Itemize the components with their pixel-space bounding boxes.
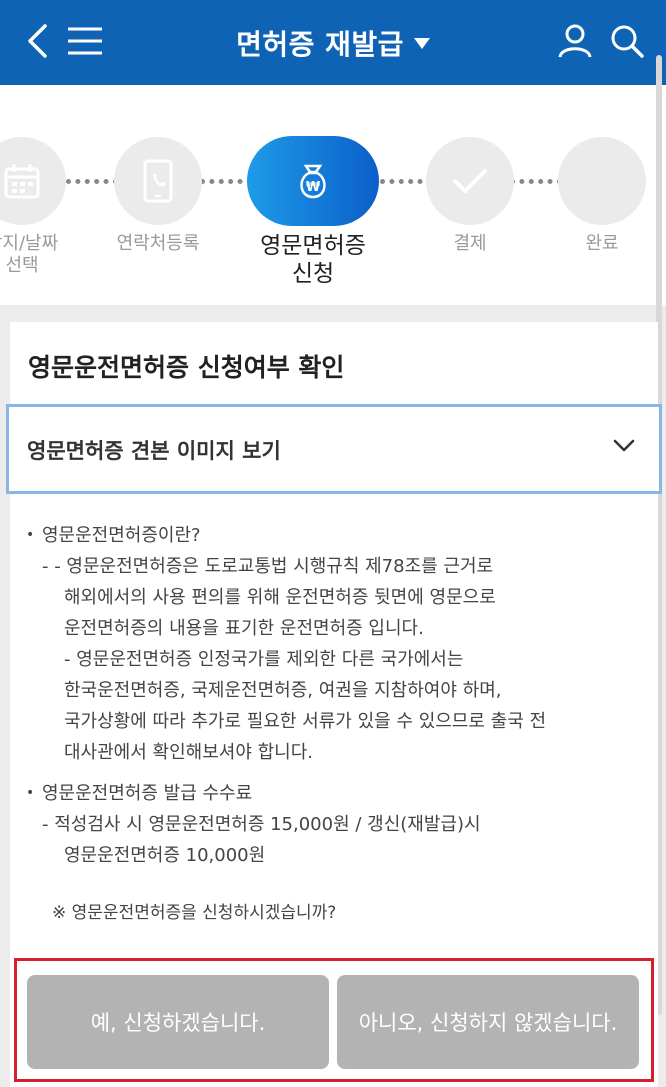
svg-text:₩: ₩	[306, 180, 321, 195]
user-icon	[558, 24, 592, 58]
won-bag-icon: ₩	[300, 164, 326, 199]
info-bullet-title: 영문운전면허증이란?	[26, 520, 646, 551]
info-bullet-title: 영문운전면허증 발급 수수료	[26, 778, 646, 809]
progress-stepper: 장지/날짜선택 연락처등록 ₩ 영문면허증신청 결제 완료	[0, 85, 666, 305]
caret-down-icon	[413, 37, 430, 49]
user-button[interactable]	[552, 18, 598, 64]
calendar-icon	[4, 164, 40, 199]
search-icon	[611, 25, 644, 58]
confirm-question: ※ 영문운전면허증을 신청하시겠습니까?	[52, 903, 337, 923]
step-connector	[66, 179, 118, 184]
check-icon	[453, 169, 487, 193]
phone-icon	[143, 159, 173, 203]
chevron-down-icon	[613, 439, 635, 452]
step-location-date: 장지/날짜선택	[0, 137, 66, 277]
section-title: 영문운전면허증 신청여부 확인	[28, 353, 345, 382]
step-connector	[200, 179, 252, 184]
apply-yes-button[interactable]: 예, 신청하겠습니다.	[27, 975, 329, 1069]
step-connector	[380, 179, 432, 184]
search-button[interactable]	[604, 18, 650, 64]
decision-button-group: 예, 신청하겠습니다. 아니오, 신청하지 않겠습니다.	[14, 958, 654, 1082]
step-contact: 연락처등록	[114, 137, 202, 255]
step-english-license: ₩ 영문면허증 신청	[247, 136, 379, 288]
page-title: 면허증 재발급	[236, 28, 404, 61]
app-header: 면허증 재발급	[0, 0, 666, 85]
sample-image-dropdown[interactable]: 영문면허증 견본 이미지 보기	[6, 404, 662, 494]
step-connector	[510, 179, 562, 184]
info-content: 영문운전면허증이란? - - 영문운전면허증은 도로교통법 시행규칙 제78조를…	[26, 520, 646, 871]
step-complete: 완료	[558, 137, 646, 255]
dropdown-label: 영문면허증 견본 이미지 보기	[27, 439, 281, 463]
step-payment: 결제	[426, 137, 514, 255]
apply-no-button[interactable]: 아니오, 신청하지 않겠습니다.	[337, 975, 639, 1069]
